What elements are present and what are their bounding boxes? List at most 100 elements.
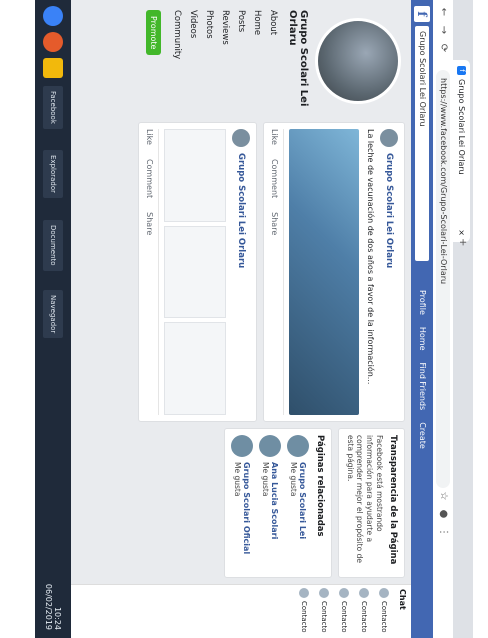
- avatar: [319, 588, 329, 598]
- sidebar-item-about[interactable]: About: [265, 6, 281, 116]
- avatar: [359, 588, 369, 598]
- contact-name: Contacto: [360, 601, 368, 633]
- feed-column: Grupo Scolari Lei Orlaru La leche de vac…: [132, 122, 405, 422]
- avatar[interactable]: [231, 129, 250, 147]
- contact-name: Contacto: [320, 601, 328, 633]
- facebook-tab-icon: f: [457, 66, 466, 75]
- nav-find-friends[interactable]: Find Friends: [418, 363, 427, 411]
- chat-title: Chat: [398, 589, 407, 610]
- post-author[interactable]: Grupo Scolari Lei Orlaru: [384, 153, 394, 268]
- post-author[interactable]: Grupo Scolari Lei Orlaru: [236, 153, 246, 268]
- chat-sidebar: Chat Contacto Contacto Contacto Contacto…: [71, 584, 411, 638]
- share-button[interactable]: Share: [270, 212, 279, 235]
- post-card: Grupo Scolari Lei Orlaru La leche de vac…: [262, 122, 405, 422]
- taskbar-app[interactable]: Documento: [43, 220, 63, 271]
- sidebar-item-videos[interactable]: Videos: [185, 6, 201, 116]
- like-link[interactable]: Me gusta: [233, 462, 242, 554]
- post-image[interactable]: [163, 129, 226, 222]
- page-thumbnail: [259, 435, 281, 457]
- taskbar-app[interactable]: Explorador: [43, 150, 63, 199]
- avatar[interactable]: [380, 129, 398, 147]
- contact-name: Contacto: [340, 601, 348, 633]
- browser-tab[interactable]: f Grupo Scolari Lei Orlaru ×: [453, 60, 470, 242]
- sidebar-item-posts[interactable]: Posts: [233, 6, 249, 116]
- like-button[interactable]: Like: [270, 129, 279, 145]
- forward-icon[interactable]: →: [437, 24, 449, 36]
- sidebar-item-reviews[interactable]: Reviews: [217, 6, 233, 116]
- menu-icon[interactable]: ⋮: [437, 526, 449, 538]
- page-thumbnail: [231, 435, 253, 457]
- transparency-title: Transparencia de la Página: [388, 435, 398, 565]
- tab-label: Grupo Scolari Lei Orlaru: [457, 79, 466, 175]
- avatar: [379, 588, 389, 598]
- nav-home[interactable]: Home: [418, 327, 427, 351]
- share-button[interactable]: Share: [145, 212, 154, 235]
- taskbar-app[interactable]: Navegador: [43, 290, 63, 339]
- facebook-search-input[interactable]: Grupo Scolari Lei Orlaru: [415, 26, 429, 261]
- page-thumbnail: [287, 435, 309, 457]
- new-tab-icon[interactable]: +: [457, 238, 468, 246]
- facebook-nav: Profile Home Find Friends Create: [418, 290, 427, 449]
- comment-button[interactable]: Comment: [270, 159, 279, 198]
- page-name[interactable]: Grupo Scolari Oficial: [242, 462, 251, 554]
- post-text: La leche de vacunación de dos años a fav…: [366, 129, 375, 385]
- url-field[interactable]: https://www.facebook.com/Grupo-Scolari-L…: [436, 70, 450, 488]
- rotated-screenshot: f Grupo Scolari Lei Orlaru × + ← → ⟳ htt…: [0, 0, 488, 638]
- chat-contact[interactable]: Contacto: [294, 585, 314, 638]
- start-button-icon[interactable]: [43, 6, 63, 26]
- star-icon[interactable]: ☆: [437, 490, 449, 502]
- related-page-item[interactable]: Grupo Scolari Oficial Me gusta: [231, 435, 253, 571]
- transparency-card: Transparencia de la Página Facebook está…: [338, 428, 405, 578]
- post-card: Grupo Scolari Lei Orlaru Like Comment Sh…: [137, 122, 257, 422]
- contact-name: Contacto: [300, 601, 308, 633]
- like-link[interactable]: Me gusta: [261, 462, 270, 539]
- clock-time: 10:24: [53, 606, 62, 630]
- sidebar-item-community[interactable]: Community: [169, 6, 185, 116]
- browser-taskbar-icon[interactable]: [43, 32, 63, 52]
- like-link[interactable]: Me gusta: [289, 462, 298, 539]
- facebook-top-bar: f Grupo Scolari Lei Orlaru Profile Home …: [411, 0, 433, 638]
- browser-tab-bar: f Grupo Scolari Lei Orlaru × +: [453, 0, 473, 638]
- post-image[interactable]: [163, 225, 226, 319]
- page-content: Grupo Scolari Lei Orlaru About Home Post…: [71, 0, 411, 638]
- comment-button[interactable]: Comment: [145, 159, 154, 198]
- page-name[interactable]: Ana Lucia Scolari: [270, 462, 279, 539]
- taskbar-app[interactable]: Facebook: [43, 86, 63, 129]
- related-page-item[interactable]: Grupo Scolari Lei Me gusta: [287, 435, 309, 571]
- post-image[interactable]: [288, 129, 359, 415]
- chat-contact[interactable]: Contacto: [354, 585, 374, 638]
- sidebar-item-home[interactable]: Home: [249, 6, 265, 116]
- chat-contact[interactable]: Contacto: [314, 585, 334, 638]
- chat-contact[interactable]: Contacto: [374, 585, 394, 638]
- extension-icon[interactable]: ●: [437, 508, 449, 520]
- folder-taskbar-icon[interactable]: [43, 58, 63, 78]
- post-image[interactable]: [163, 322, 226, 416]
- clock-date: 06/02/2019: [44, 583, 53, 630]
- close-tab-icon[interactable]: ×: [457, 229, 466, 236]
- reload-icon[interactable]: ⟳: [437, 42, 449, 54]
- related-pages-title: Páginas relacionadas: [315, 435, 325, 537]
- sidebar-item-photos[interactable]: Photos: [201, 6, 217, 116]
- related-pages-card: Páginas relacionadas Grupo Scolari Lei M…: [224, 428, 332, 578]
- like-button[interactable]: Like: [145, 129, 154, 145]
- facebook-logo-icon[interactable]: f: [414, 6, 430, 22]
- contact-name: Contacto: [380, 601, 388, 633]
- desktop-screen: f Grupo Scolari Lei Orlaru × + ← → ⟳ htt…: [35, 0, 473, 638]
- avatar: [339, 588, 349, 598]
- taskbar-clock: 10:24 06/02/2019: [44, 584, 62, 630]
- transparency-text: Facebook está mostrando información para…: [345, 435, 384, 563]
- right-column: Transparencia de la Página Facebook está…: [218, 428, 405, 578]
- nav-profile[interactable]: Profile: [418, 290, 427, 315]
- left-sidebar: Grupo Scolari Lei Orlaru About Home Post…: [138, 6, 405, 116]
- chat-contact[interactable]: Contacto: [334, 585, 354, 638]
- page-name[interactable]: Grupo Scolari Lei: [298, 462, 307, 539]
- windows-taskbar: Facebook Explorador Documento Navegador …: [35, 0, 71, 638]
- browser-address-bar: ← → ⟳ https://www.facebook.com/Grupo-Sco…: [432, 0, 453, 638]
- related-page-item[interactable]: Ana Lucia Scolari Me gusta: [259, 435, 281, 571]
- page-profile-picture[interactable]: [315, 18, 401, 104]
- promote-button[interactable]: Promote: [146, 10, 161, 56]
- avatar: [299, 588, 309, 598]
- back-icon[interactable]: ←: [437, 6, 449, 18]
- nav-create[interactable]: Create: [418, 422, 427, 449]
- page-name: Grupo Scolari Lei Orlaru: [287, 10, 309, 107]
